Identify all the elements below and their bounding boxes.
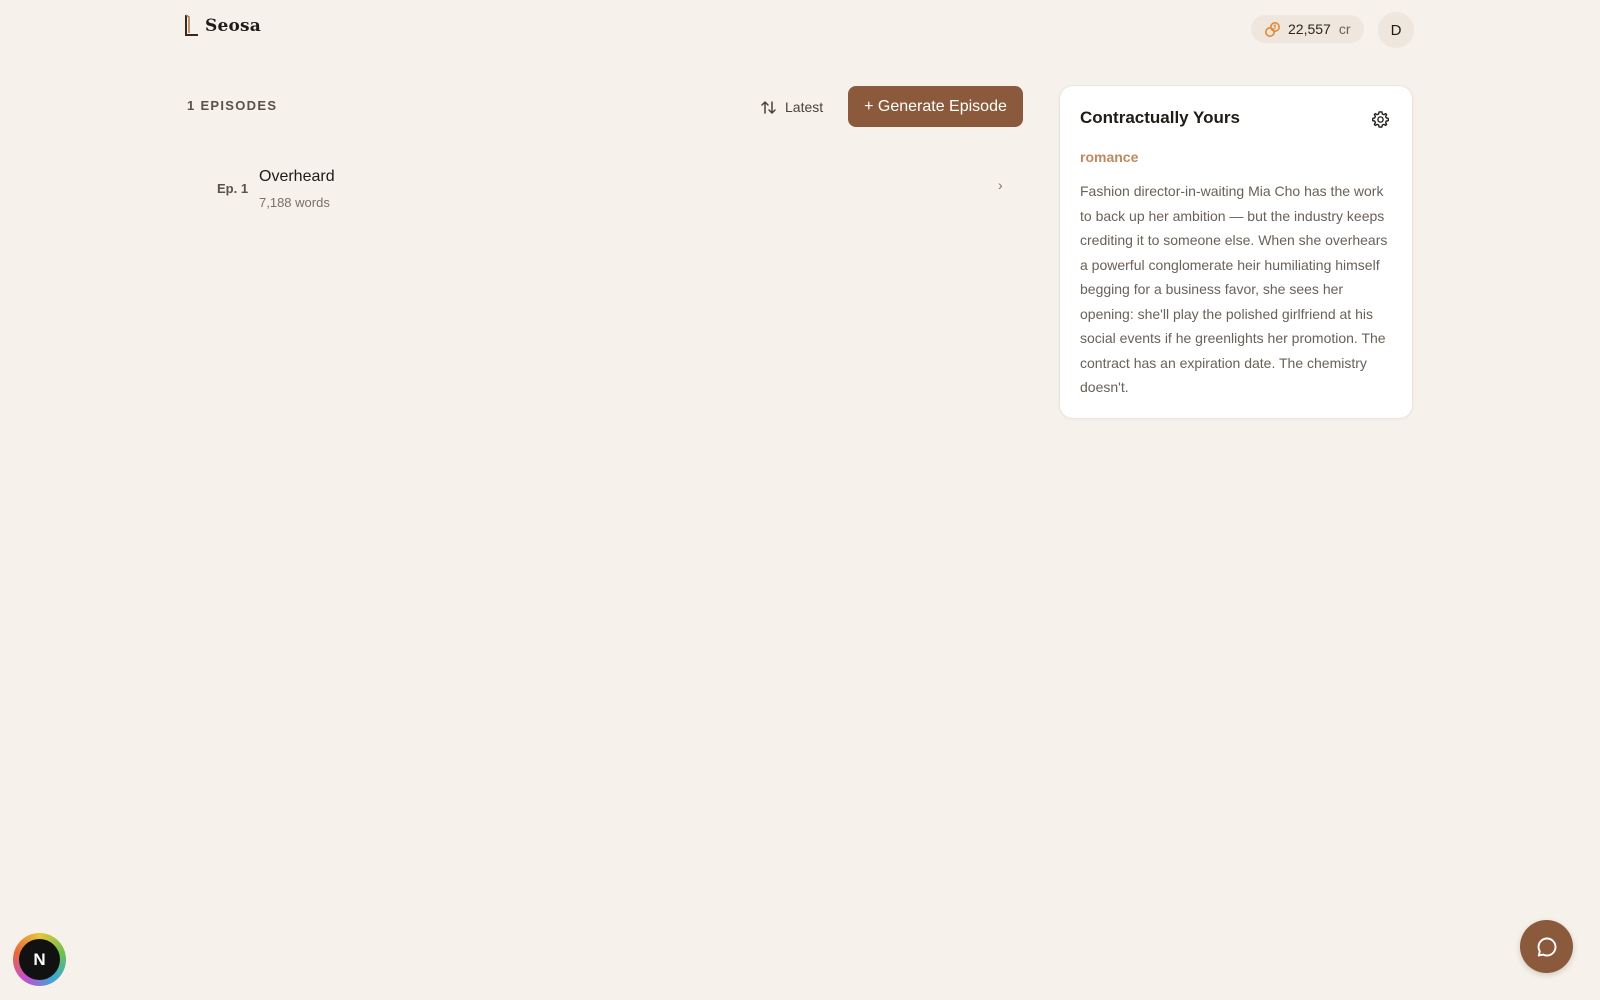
chat-bubble-icon [1537,937,1556,956]
episode-row[interactable]: Ep. 1 Overheard 7,188 words › [187,160,1023,216]
episode-number: Ep. 1 [217,181,249,196]
sort-arrows-icon [761,100,776,114]
episode-word-count: 7,188 words [259,195,330,210]
dev-badge-letter: N [19,939,60,980]
story-settings-button[interactable] [1371,110,1390,129]
story-info-card: Contractually Yours romance Fashion dire… [1059,85,1413,419]
episode-title: Overheard [259,168,335,185]
story-title: Contractually Yours [1080,108,1240,127]
gear-icon [1372,111,1389,128]
coins-icon [1265,21,1280,37]
seosa-logo-icon [185,14,198,36]
episodes-count: 1 EPISODES [187,98,278,113]
story-genre: romance [1080,149,1139,165]
brand-logo[interactable]: Seosa [183,14,261,38]
credits-unit: cr [1338,21,1351,37]
credits-amount: 22,557 [1288,21,1331,37]
sort-label: Latest [785,99,824,115]
sort-button[interactable]: Latest [760,94,823,120]
user-avatar[interactable]: D [1378,12,1414,48]
chat-button[interactable] [1520,920,1573,973]
top-header: Seosa 22,557 cr D [0,0,1600,58]
chevron-right-icon: › [998,177,1003,193]
credits-balance[interactable]: 22,557 cr [1251,15,1364,43]
dev-tools-badge[interactable]: N [13,933,66,986]
brand-name: Seosa [205,16,262,36]
generate-episode-button[interactable]: + Generate Episode [848,86,1023,127]
story-description: Fashion director-in-waiting Mia Cho has … [1080,183,1388,395]
